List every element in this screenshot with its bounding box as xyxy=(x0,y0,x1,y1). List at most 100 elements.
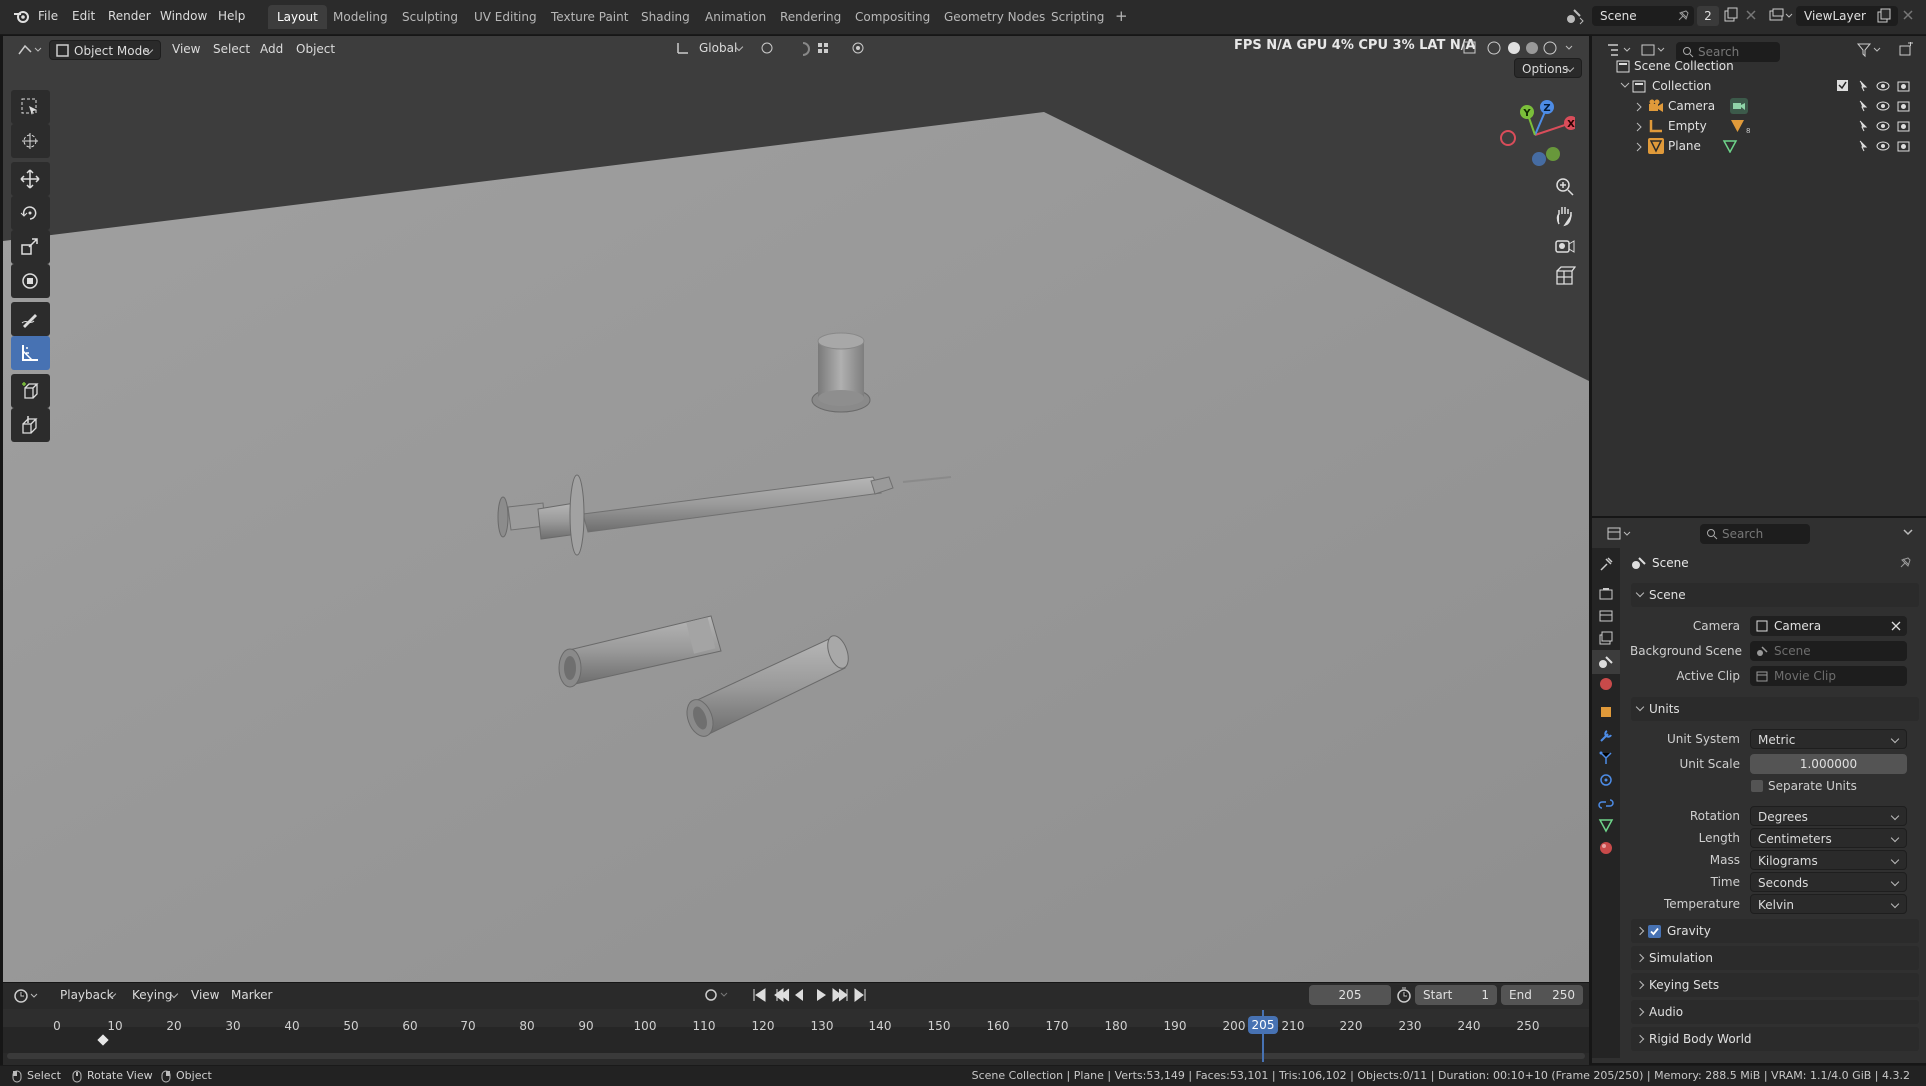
length-dropdown[interactable]: Centimeters xyxy=(1750,828,1907,848)
gizmo-neg-z[interactable] xyxy=(1532,152,1546,166)
cap-object[interactable] xyxy=(811,332,871,413)
blender-logo-icon[interactable] xyxy=(13,8,31,24)
clear-camera-icon[interactable] xyxy=(1890,620,1902,632)
menu-file[interactable]: File xyxy=(38,9,58,23)
menu-render[interactable]: Render xyxy=(108,9,151,23)
timeline-view-menu[interactable]: View xyxy=(191,988,219,1002)
empty-visibility-icons[interactable] xyxy=(1852,119,1918,133)
outliner-row-empty[interactable]: Empty 8 xyxy=(1592,116,1926,136)
editor-type-icon[interactable] xyxy=(17,42,43,58)
active-clip-field[interactable]: Movie Clip xyxy=(1750,666,1907,686)
scene-tab-icon[interactable] xyxy=(1598,654,1614,670)
gizmo-neg-y[interactable] xyxy=(1546,147,1560,161)
unit-scale-field[interactable]: 1.000000 xyxy=(1750,754,1907,774)
outliner-row-scene-collection[interactable]: Scene Collection xyxy=(1592,56,1926,76)
options-chevron-icon[interactable] xyxy=(1902,528,1914,538)
delete-scene-icon[interactable] xyxy=(1745,9,1757,21)
add-workspace-button[interactable]: + xyxy=(1115,7,1128,25)
delete-view-layer-icon[interactable] xyxy=(1902,9,1914,21)
pin-context-icon[interactable] xyxy=(1898,556,1912,570)
object-tab-icon[interactable] xyxy=(1598,704,1614,720)
timeline-marker-menu[interactable]: Marker xyxy=(231,988,272,1002)
add-cube-tool[interactable] xyxy=(11,374,50,408)
viewport-shading-icons[interactable] xyxy=(1462,39,1582,57)
tab-scripting[interactable]: Scripting xyxy=(1051,10,1104,24)
tab-layout[interactable]: Layout xyxy=(268,5,327,29)
move-tool[interactable] xyxy=(11,162,50,196)
expand-arrow-icon[interactable] xyxy=(1636,142,1644,152)
gizmo-neg-x[interactable] xyxy=(1500,130,1516,146)
tool-tab-icon[interactable] xyxy=(1598,556,1614,572)
pin-scene-icon[interactable] xyxy=(1676,9,1690,23)
material-tab-icon[interactable] xyxy=(1598,840,1614,856)
render-tab-icon[interactable] xyxy=(1598,586,1614,602)
preview-range-icon[interactable] xyxy=(1396,987,1412,1003)
output-tab-icon[interactable] xyxy=(1598,608,1614,624)
orthographic-grid-icon[interactable] xyxy=(1550,262,1580,292)
scene-section-header[interactable]: Scene xyxy=(1631,583,1919,607)
rotate-tool[interactable] xyxy=(11,196,50,230)
mass-dropdown[interactable]: Kilograms xyxy=(1750,850,1907,870)
orientation-dropdown[interactable]: Global xyxy=(692,38,750,58)
measure-tool[interactable] xyxy=(11,336,50,370)
auto-keying-icon[interactable] xyxy=(703,987,733,1003)
viewport-menu-view[interactable]: View xyxy=(172,42,200,56)
timeline-scrollbar[interactable] xyxy=(7,1053,1585,1059)
units-section-header[interactable]: Units xyxy=(1631,697,1919,721)
viewport-menu-add[interactable]: Add xyxy=(260,42,283,56)
temperature-dropdown[interactable]: Kelvin xyxy=(1750,894,1907,914)
start-frame-field[interactable]: Start 1 xyxy=(1415,985,1497,1005)
constraints-tab-icon[interactable] xyxy=(1598,796,1614,812)
camera-data-icon[interactable] xyxy=(1730,98,1748,114)
snapping-proportional-icons[interactable] xyxy=(758,39,888,57)
new-view-layer-icon[interactable] xyxy=(1876,8,1892,24)
current-frame-field[interactable]: 205 xyxy=(1309,985,1391,1005)
menu-edit[interactable]: Edit xyxy=(72,9,95,23)
viewport-menu-select[interactable]: Select xyxy=(213,42,250,56)
scale-tool[interactable] xyxy=(11,230,50,264)
tab-geometry-nodes[interactable]: Geometry Nodes xyxy=(944,10,1045,24)
scene-selector-icon[interactable] xyxy=(1565,8,1585,26)
outliner-row-plane[interactable]: Plane xyxy=(1592,136,1926,156)
gravity-checkbox[interactable] xyxy=(1648,925,1661,938)
tab-modeling[interactable]: Modeling xyxy=(333,10,388,24)
annotate-tool[interactable] xyxy=(11,302,50,336)
timeline-editor-icon[interactable] xyxy=(13,988,43,1004)
outliner-row-collection[interactable]: Collection xyxy=(1592,76,1926,96)
unit-system-dropdown[interactable]: Metric xyxy=(1750,729,1907,749)
gravity-section-header[interactable]: Gravity xyxy=(1631,919,1919,943)
background-scene-field[interactable]: Scene xyxy=(1750,641,1907,661)
tab-animation[interactable]: Animation xyxy=(705,10,766,24)
outliner-row-camera[interactable]: Camera xyxy=(1592,96,1926,116)
tab-uv-editing[interactable]: UV Editing xyxy=(474,10,537,24)
extrude-tool[interactable] xyxy=(11,408,50,442)
modifier-children-icon[interactable]: 8 xyxy=(1730,118,1750,134)
expand-arrow-icon[interactable] xyxy=(1636,122,1644,132)
modifier-tab-icon[interactable] xyxy=(1598,728,1614,744)
mesh-data-tab-icon[interactable] xyxy=(1598,818,1614,834)
new-scene-icon[interactable] xyxy=(1723,7,1739,23)
properties-editor-icon[interactable] xyxy=(1606,526,1636,542)
expand-arrow-icon[interactable] xyxy=(1636,102,1644,112)
navigation-gizmo[interactable]: X Z Y xyxy=(1495,95,1575,175)
view-layer-selector-icon[interactable] xyxy=(1768,8,1794,24)
viewport-options-dropdown[interactable]: Options xyxy=(1514,58,1582,78)
collection-visibility-icons[interactable] xyxy=(1836,79,1918,93)
rotation-dropdown[interactable]: Degrees xyxy=(1750,806,1907,826)
world-tab-icon[interactable] xyxy=(1598,676,1614,692)
pan-hand-icon[interactable] xyxy=(1550,202,1580,232)
tab-rendering[interactable]: Rendering xyxy=(780,10,841,24)
end-frame-field[interactable]: End 250 xyxy=(1501,985,1583,1005)
mesh-data-icon[interactable] xyxy=(1722,139,1738,153)
plane-visibility-icons[interactable] xyxy=(1852,139,1918,153)
transform-tool[interactable] xyxy=(11,264,50,298)
tab-texture-paint[interactable]: Texture Paint xyxy=(551,10,628,24)
collapse-arrow-icon[interactable] xyxy=(1620,82,1630,90)
camera-field[interactable]: Camera xyxy=(1750,616,1907,636)
rigid-body-world-section-header[interactable]: Rigid Body World xyxy=(1631,1027,1919,1051)
tab-sculpting[interactable]: Sculpting xyxy=(402,10,458,24)
playback-controls[interactable] xyxy=(751,986,871,1004)
keying-menu[interactable]: Keying xyxy=(125,985,185,1005)
playback-menu[interactable]: Playback xyxy=(53,985,123,1005)
physics-tab-icon[interactable] xyxy=(1598,772,1614,788)
